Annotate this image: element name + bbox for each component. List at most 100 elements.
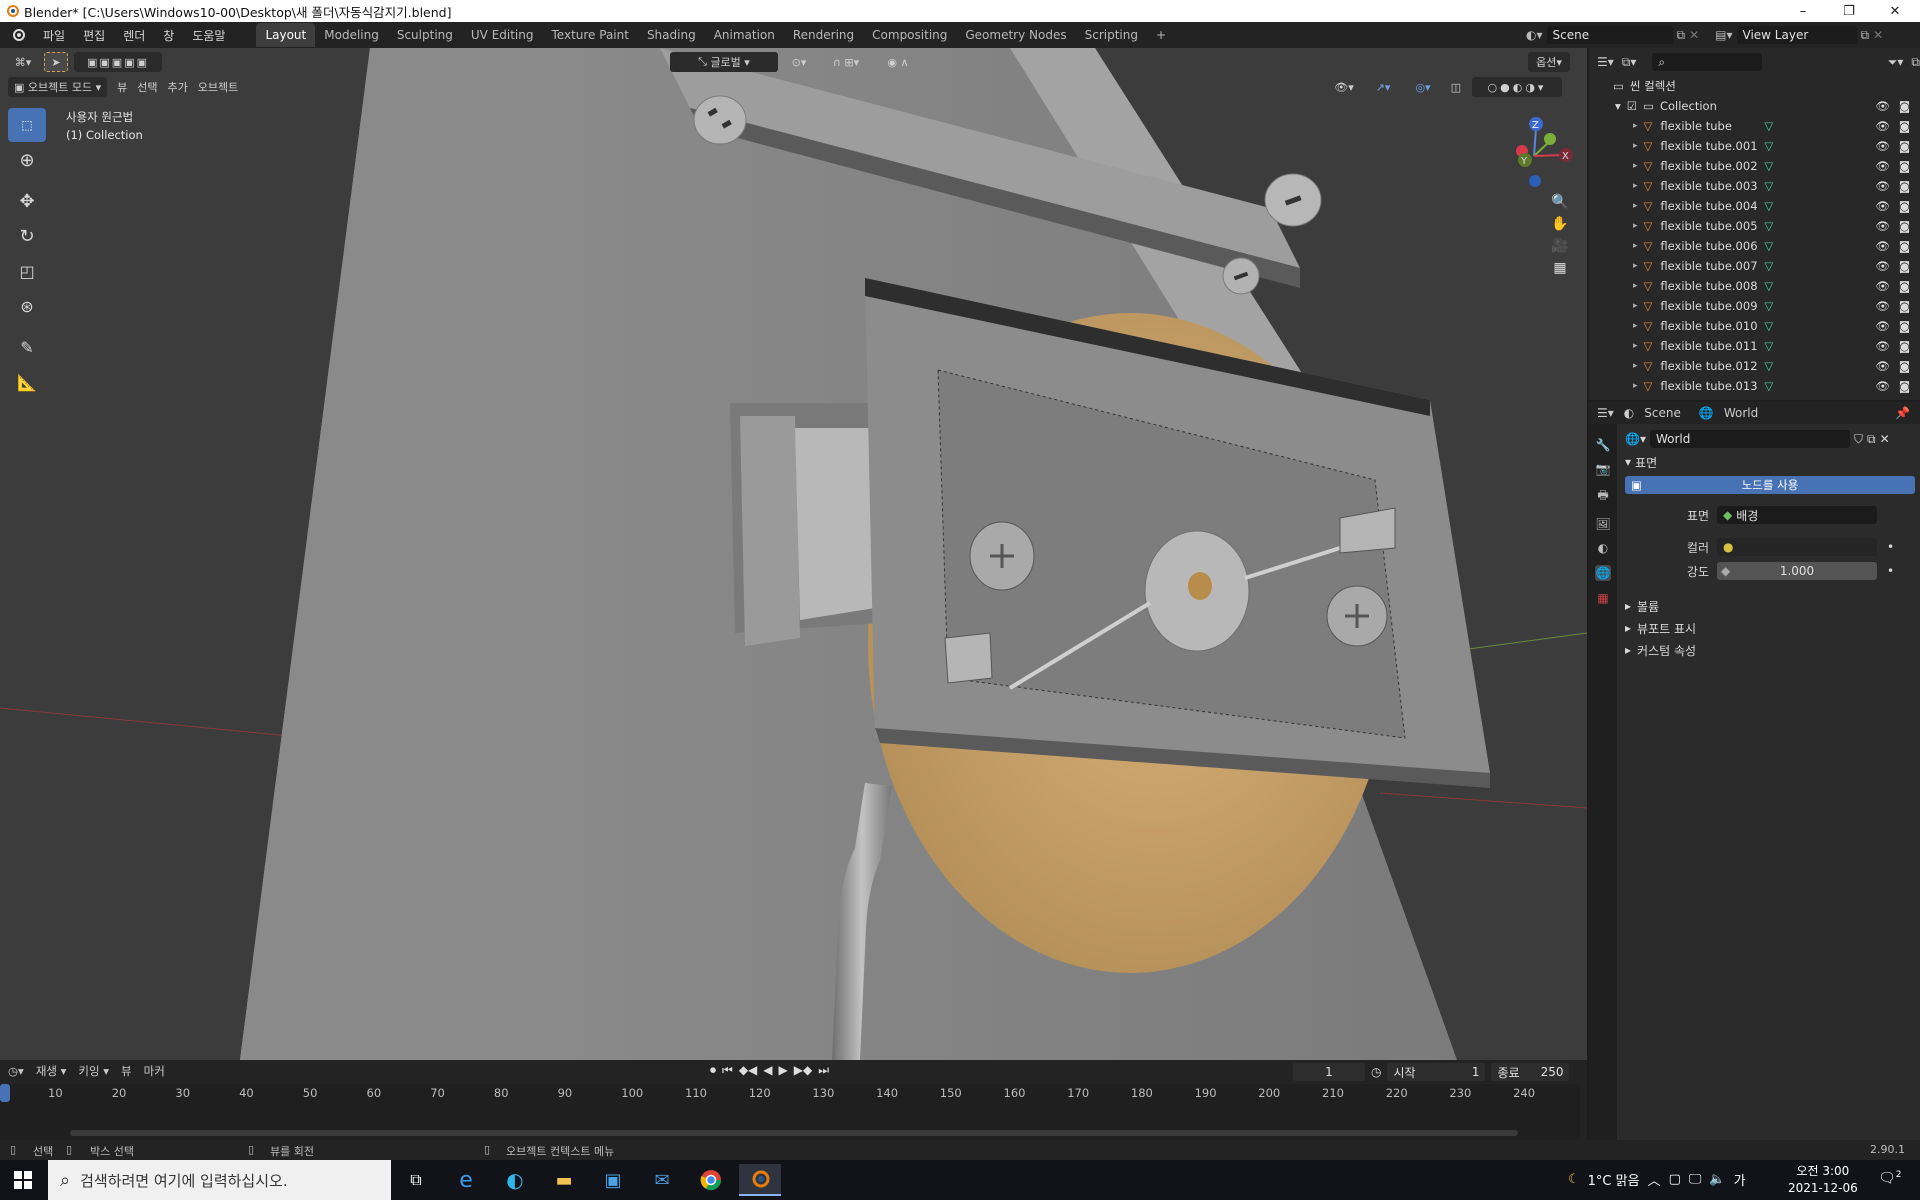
menu-edit[interactable]: 편집 [74,27,114,44]
tool-move[interactable]: ✥ [8,184,46,218]
camera-render-icon[interactable]: ◙ [1899,199,1910,213]
play-reverse-icon[interactable]: ◀ [763,1063,772,1078]
chrome-icon[interactable] [690,1164,732,1196]
pin-icon[interactable]: 📌 [1895,406,1910,420]
clock[interactable]: 오전 3:00 2021-12-06 [1788,1163,1858,1197]
expand-arrow-icon[interactable]: ▸ [1633,341,1638,351]
outliner-row[interactable]: ▸ ▽ flexible tube.002 ▽ 👁 ◙ [1589,156,1920,176]
delete-view-layer-icon[interactable]: ✕ [1873,28,1883,42]
world-name-field[interactable]: World [1649,430,1850,448]
breadcrumb-world[interactable]: World [1724,406,1758,420]
camera-render-icon[interactable]: ◙ [1899,259,1910,273]
expand-arrow-icon[interactable]: ▸ [1633,221,1638,231]
expand-arrow-icon[interactable]: ▸ [1633,141,1638,151]
mesh-data-icon[interactable]: ▽ [1764,139,1773,153]
camera-render-icon[interactable]: ◙ [1899,119,1910,133]
tab-uv-editing[interactable]: UV Editing [462,23,543,47]
select-tool-icon[interactable]: ➤ [44,52,68,72]
jump-end-icon[interactable]: ⏭ [818,1063,829,1078]
expand-arrow-icon[interactable]: ▸ [1633,121,1638,131]
play-icon[interactable]: ▶ [779,1063,788,1078]
view-layer-icon[interactable]: ▤▾ [1715,28,1732,42]
meet-now-icon[interactable]: ▢ [1669,1172,1681,1187]
expand-arrow-icon[interactable]: ▸ [1633,321,1638,331]
blender-menu-icon[interactable] [10,27,26,43]
windows-start-icon[interactable] [2,1164,44,1196]
outliner-row[interactable]: ▸ ▽ flexible tube.006 ▽ 👁 ◙ [1589,236,1920,256]
eye-icon[interactable]: 👁 [1875,279,1890,293]
outliner-row[interactable]: ▸ ▽ flexible tube.009 ▽ 👁 ◙ [1589,296,1920,316]
outliner-row[interactable]: ▸ ▽ flexible tube.008 ▽ 👁 ◙ [1589,276,1920,296]
xray-icon[interactable]: ◫ [1446,77,1466,97]
store-icon[interactable]: ▣ [592,1164,634,1196]
timeline-menu-playback[interactable]: 재생 ▾ [36,1063,67,1079]
scene-tab-icon[interactable]: ◐ [1598,541,1608,555]
eye-icon[interactable]: 👁 [1875,259,1890,273]
color-keyframe-icon[interactable]: • [1887,540,1894,554]
mesh-data-icon[interactable]: ▽ [1764,339,1773,353]
tool-measure[interactable]: 📐 [8,365,46,399]
edge-icon[interactable]: ◐ [494,1164,536,1196]
eye-icon[interactable]: 👁 [1875,359,1890,373]
maximize-button[interactable]: ❐ [1826,0,1872,22]
expand-arrow-icon[interactable]: ▸ [1633,201,1638,211]
outliner-row[interactable]: ▸ ▽ flexible tube.003 ▽ 👁 ◙ [1589,176,1920,196]
ie-icon[interactable]: e [445,1164,487,1196]
tool-cursor[interactable]: ⊕ [8,143,46,177]
view-layer-selector[interactable]: View Layer [1736,26,1857,44]
preview-range-icon[interactable]: ◷ [1371,1065,1381,1079]
selection-mode-icons[interactable]: ▣▣▣▣▣ [74,52,162,72]
camera-render-icon[interactable]: ◙ [1899,179,1910,193]
viewport-menu-view[interactable]: 뷰 [117,77,127,97]
tab-texture-paint[interactable]: Texture Paint [543,23,638,47]
collapse-arrow-icon[interactable]: ▾ [1615,99,1621,113]
start-frame-field[interactable]: 시작 1 [1387,1063,1486,1081]
weather-text[interactable]: 1°C 맑음 [1588,1170,1640,1189]
tool-rotate[interactable]: ↻ [8,219,46,253]
expand-arrow-icon[interactable]: ▸ [1633,181,1638,191]
collection-camera-icon[interactable]: ◙ [1899,99,1910,113]
tab-scripting[interactable]: Scripting [1076,23,1147,47]
new-scene-icon[interactable]: ⧉ [1677,28,1686,43]
mesh-data-icon[interactable]: ▽ [1764,119,1773,133]
tab-layout[interactable]: Layout [256,23,316,47]
scene-icon[interactable]: ◐▾ [1526,28,1543,42]
tab-animation[interactable]: Animation [705,23,784,47]
camera-render-icon[interactable]: ◙ [1899,299,1910,313]
transform-orientation-dropdown[interactable]: ⤡ 글로벌 ▾ [670,52,778,72]
mesh-data-icon[interactable]: ▽ [1764,179,1773,193]
tool-select-box[interactable]: ⬚ [8,108,46,142]
frame-ruler[interactable]: 10 20 30 40 50 60 70 80 90 100 110 120 130 140 150 160 1… [0,1084,1580,1104]
new-collection-icon[interactable]: ⧉ [1911,55,1920,70]
eye-icon[interactable]: 👁 [1875,339,1890,353]
menu-help[interactable]: 도움말 [183,27,234,44]
expand-arrow-icon[interactable]: ▸ [1633,301,1638,311]
expand-arrow-icon[interactable]: ▸ [1633,241,1638,251]
prev-keyframe-icon[interactable]: ◆◀ [739,1063,757,1078]
outliner-row[interactable]: ▸ ▽ flexible tube.005 ▽ 👁 ◙ [1589,216,1920,236]
notification-icon[interactable]: 🗨2 [1878,1170,1902,1187]
surface-shader-field[interactable]: ◆ 배경 [1717,506,1877,524]
properties-editor-icon[interactable]: ☰▾ [1597,406,1614,420]
custom-properties-panel-header[interactable]: ▸ 커스텀 속성 [1625,640,1915,660]
eye-icon[interactable]: 👁 [1875,299,1890,313]
tab-shading[interactable]: Shading [638,23,705,47]
camera-render-icon[interactable]: ◙ [1899,379,1910,393]
close-button[interactable]: ✕ [1872,0,1918,22]
end-frame-field[interactable]: 종료 250 [1491,1063,1570,1081]
mesh-data-icon[interactable]: ▽ [1764,279,1773,293]
object-mode-dropdown[interactable]: ▣ 오브젝트 모드 ▾ [8,77,108,97]
current-frame-field[interactable]: 1 [1293,1063,1365,1081]
camera-render-icon[interactable]: ◙ [1899,339,1910,353]
tab-modeling[interactable]: Modeling [315,23,388,47]
outliner-row[interactable]: ▸ ▽ flexible tube.001 ▽ 👁 ◙ [1589,136,1920,156]
camera-render-icon[interactable]: ◙ [1899,279,1910,293]
fake-user-icon[interactable]: ⛉ [1854,432,1863,447]
blender-taskbar-icon[interactable] [739,1164,781,1196]
outliner-search[interactable]: ⌕ [1652,53,1763,71]
tool-transform[interactable]: ⊛ [8,289,46,323]
use-nodes-button[interactable]: ▣ 노드를 사용 [1625,476,1915,494]
timeline-menu-view[interactable]: 뷰 [121,1063,132,1079]
playhead[interactable] [0,1084,10,1102]
visibility-icon[interactable]: 👁▾ [1328,77,1360,97]
